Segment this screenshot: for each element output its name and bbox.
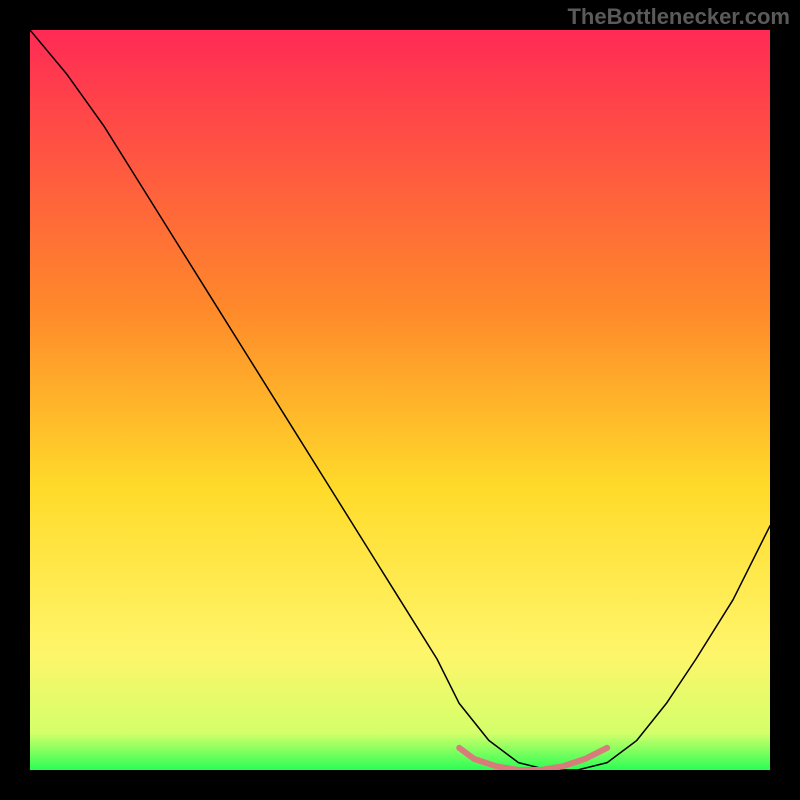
chart-background: [30, 30, 770, 770]
watermark-text: TheBottlenecker.com: [567, 4, 790, 30]
chart-svg: [30, 30, 770, 770]
chart-container: [30, 30, 770, 770]
